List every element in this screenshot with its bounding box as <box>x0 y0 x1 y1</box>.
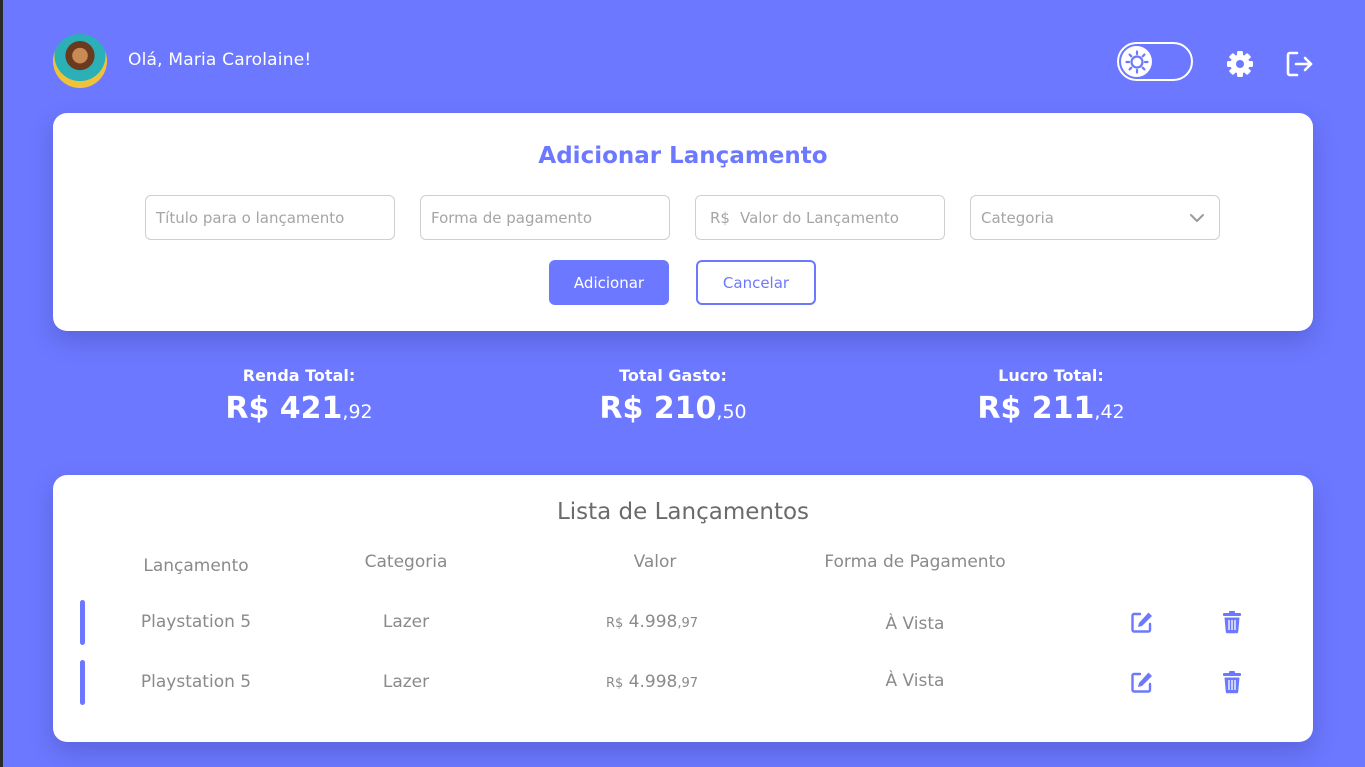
category-select-value: Categoria <box>981 208 1055 227</box>
add-entry-title: Adicionar Lançamento <box>538 143 828 169</box>
theme-toggle[interactable] <box>1117 42 1193 81</box>
currency-symbol: R$ <box>605 616 624 631</box>
gear-icon <box>1227 51 1253 77</box>
row-value: R$ 4.998,97 <box>572 612 732 632</box>
category-select[interactable]: Categoria <box>970 195 1220 240</box>
window-edge <box>0 0 3 767</box>
title-input[interactable] <box>156 208 394 227</box>
value-input[interactable] <box>739 208 944 227</box>
theme-knob <box>1121 46 1152 77</box>
edit-icon <box>1131 612 1152 633</box>
row-payment: À Vista <box>885 614 945 634</box>
amount-whole: 4.998 <box>628 612 678 632</box>
summary-label: Renda Total: <box>242 366 356 385</box>
summary-label: Total Gasto: <box>619 366 727 385</box>
logout-button[interactable] <box>1284 48 1316 80</box>
row-entry-name: Playstation 5 <box>140 672 252 692</box>
trash-icon <box>1223 671 1241 694</box>
row-entry-name: Playstation 5 <box>140 612 252 632</box>
payment-field[interactable] <box>420 195 670 240</box>
amount-whole: 421 <box>279 391 343 426</box>
amount-cents: ,42 <box>1094 401 1125 423</box>
amount-cents: ,97 <box>677 616 699 631</box>
amount-cents: ,92 <box>342 401 373 423</box>
title-field[interactable] <box>145 195 395 240</box>
row-payment: À Vista <box>885 671 945 691</box>
summary-amount: R$ 210,50 <box>543 391 803 426</box>
row-value: R$ 4.998,97 <box>572 672 732 692</box>
row-indicator <box>80 660 85 705</box>
delete-button[interactable] <box>1220 670 1244 694</box>
column-header-entry: Lançamento <box>143 556 249 576</box>
delete-button[interactable] <box>1220 610 1244 634</box>
currency-symbol: R$ <box>599 391 644 426</box>
sun-icon <box>1124 49 1149 74</box>
add-button[interactable]: Adicionar <box>549 260 669 305</box>
summary-label: Lucro Total: <box>998 366 1104 385</box>
column-header-value: Valor <box>633 552 677 572</box>
edit-button[interactable] <box>1130 610 1154 634</box>
greeting-text: Olá, Maria Carolaine! <box>128 50 312 70</box>
edit-button[interactable] <box>1130 670 1154 694</box>
summary-income: Renda Total: R$ 421,92 <box>169 366 429 426</box>
payment-input[interactable] <box>431 208 669 227</box>
add-entry-card: Adicionar Lançamento R$ Categoria Adicio… <box>53 113 1313 331</box>
column-header-category: Categoria <box>364 552 448 572</box>
summary-profit: Lucro Total: R$ 211,42 <box>921 366 1181 426</box>
amount-whole: 210 <box>653 391 717 426</box>
currency-symbol: R$ <box>225 391 270 426</box>
entries-list-card: Lista de Lançamentos Lançamento Categori… <box>53 475 1313 742</box>
row-category: Lazer <box>382 672 430 692</box>
row-category: Lazer <box>382 612 430 632</box>
column-header-payment: Forma de Pagamento <box>824 552 1006 572</box>
summary-amount: R$ 211,42 <box>921 391 1181 426</box>
summary-spent: Total Gasto: R$ 210,50 <box>543 366 803 426</box>
cancel-button[interactable]: Cancelar <box>696 260 816 305</box>
row-indicator <box>80 600 85 645</box>
amount-whole: 4.998 <box>628 672 678 692</box>
amount-cents: ,97 <box>677 676 699 691</box>
value-field[interactable]: R$ <box>695 195 945 240</box>
amount-whole: 211 <box>1031 391 1095 426</box>
trash-icon <box>1223 611 1241 634</box>
logout-icon <box>1286 51 1313 77</box>
summary-amount: R$ 421,92 <box>169 391 429 426</box>
chevron-down-icon <box>1190 213 1204 222</box>
currency-symbol: R$ <box>605 676 624 691</box>
settings-button[interactable] <box>1224 48 1256 80</box>
amount-cents: ,50 <box>716 401 747 423</box>
list-title: Lista de Lançamentos <box>556 499 810 525</box>
edit-icon <box>1131 672 1152 693</box>
avatar[interactable] <box>53 34 107 88</box>
currency-prefix: R$ <box>710 208 730 227</box>
currency-symbol: R$ <box>977 391 1022 426</box>
